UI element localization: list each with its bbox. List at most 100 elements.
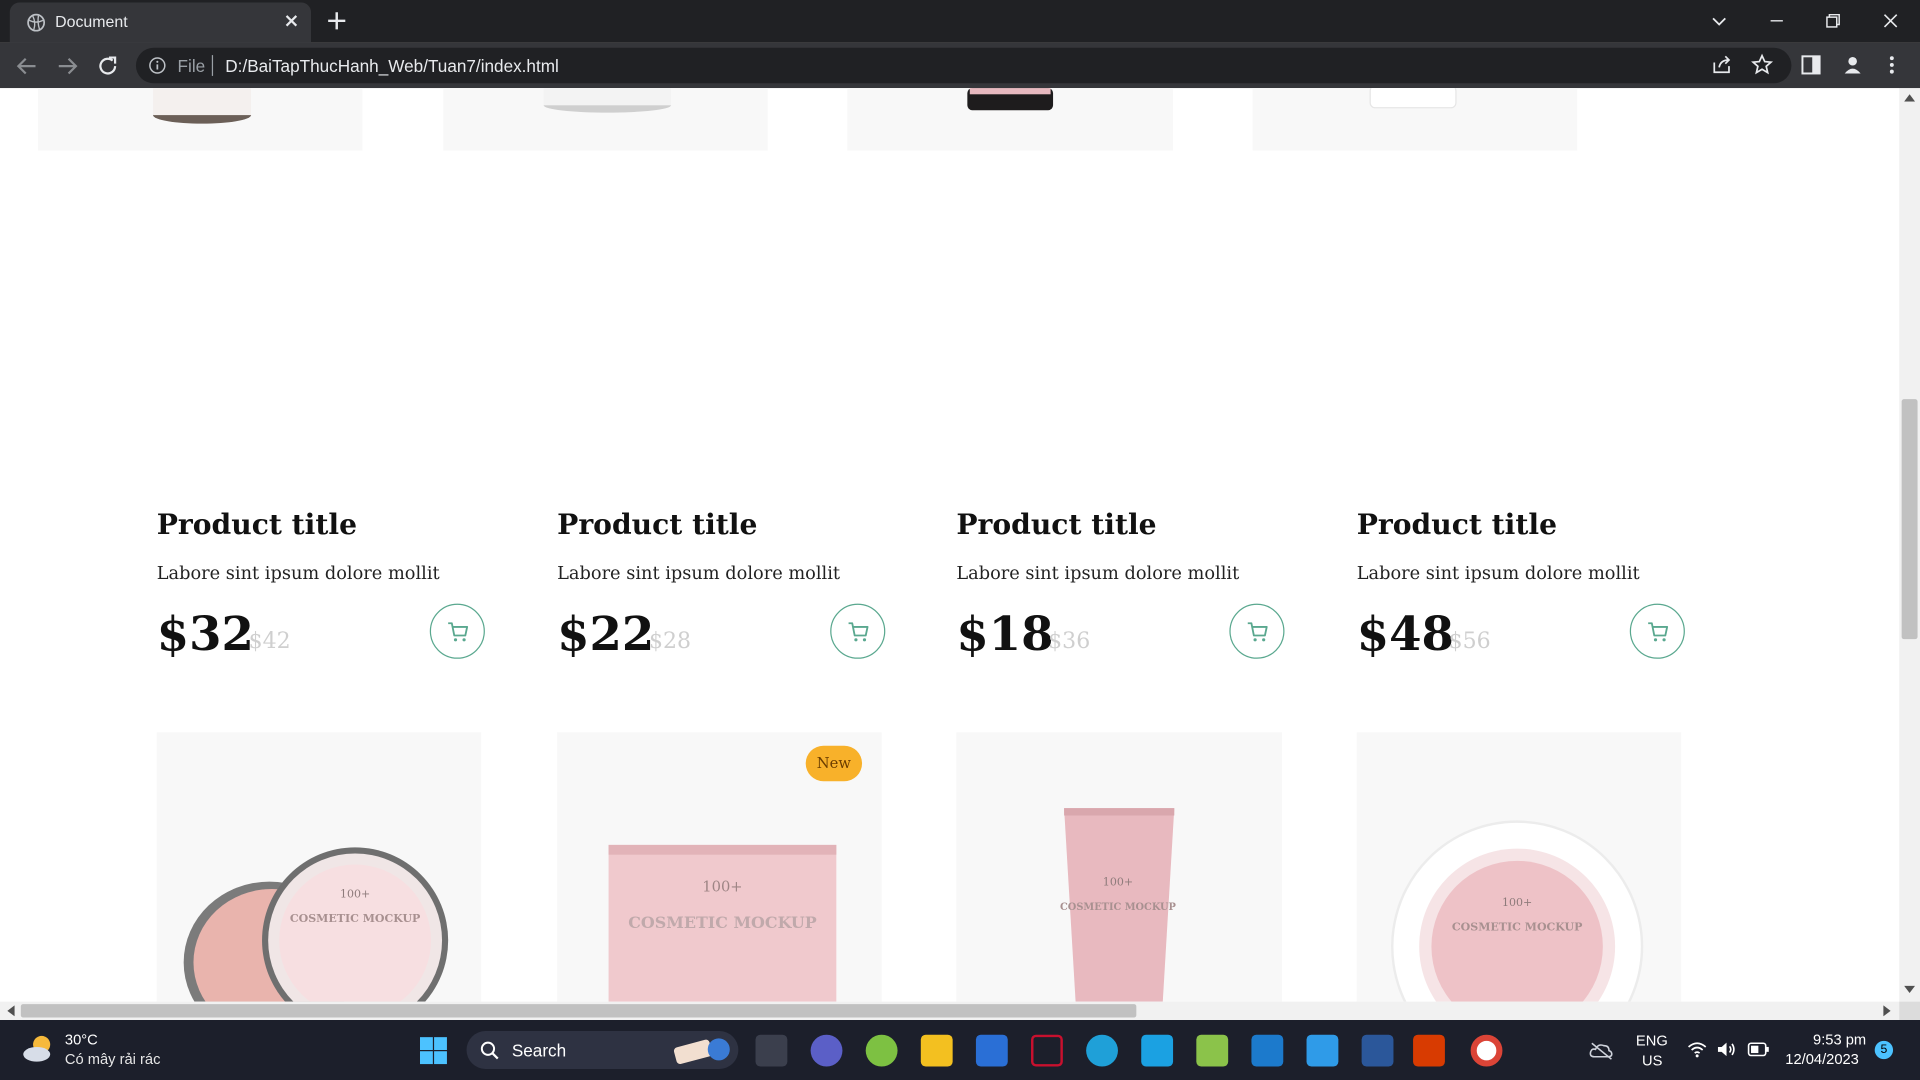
url-text[interactable]: D:/BaiTapThucHanh_Web/Tuan7/index.html — [225, 56, 559, 76]
search-icon — [480, 1041, 499, 1060]
weather-temperature[interactable]: 30°C — [65, 1031, 98, 1048]
cart-icon — [1247, 622, 1268, 642]
app-green-icon[interactable] — [865, 1034, 898, 1067]
restore-icon[interactable] — [1820, 7, 1847, 34]
mockup-label: COSMETIC MOCKUP — [1452, 921, 1583, 934]
edge-browser-icon[interactable] — [1086, 1034, 1118, 1067]
bottle-image — [967, 88, 1054, 111]
app-photos-icon[interactable] — [1306, 1034, 1339, 1067]
product-old-price: $42 — [248, 628, 291, 654]
product-card: Product title Labore sint ipsum dolore m… — [1357, 508, 1688, 667]
mockup-label: COSMETIC MOCKUP — [290, 912, 421, 925]
chrome-icon[interactable] — [1470, 1034, 1503, 1067]
mcafee-icon[interactable] — [1031, 1034, 1063, 1067]
mockup-count: 100+ — [1502, 896, 1532, 909]
vertical-scroll-thumb[interactable] — [1901, 399, 1918, 640]
reload-icon[interactable] — [94, 53, 121, 80]
product-price: $22 — [557, 606, 655, 662]
side-panel-icon[interactable] — [1799, 53, 1823, 77]
mockup-count: 100+ — [1103, 875, 1133, 888]
address-bar[interactable]: File D:/BaiTapThucHanh_Web/Tuan7/index.h… — [135, 47, 1792, 84]
new-badge: New — [805, 745, 863, 782]
add-to-cart-button[interactable] — [1229, 603, 1285, 659]
search-highlight-icon — [673, 1038, 730, 1065]
battery-icon[interactable] — [1747, 1042, 1769, 1057]
page-viewport: Product title Labore sint ipsum dolore m… — [0, 88, 1900, 1002]
back-icon[interactable] — [13, 53, 40, 80]
app-l-icon[interactable] — [1141, 1034, 1174, 1067]
volume-icon[interactable] — [1717, 1041, 1737, 1058]
office-icon[interactable] — [1413, 1034, 1445, 1067]
product-old-price: $36 — [1048, 628, 1091, 654]
taskbar-search[interactable]: Search — [466, 1031, 739, 1069]
profile-icon[interactable] — [1840, 53, 1864, 77]
product-description: Labore sint ipsum dolore mollit — [557, 564, 841, 585]
windows-taskbar: 30°C Có mây rải rác Search ENG US 9:53 p… — [0, 1020, 1920, 1080]
product-image-box: 100+ COSMETIC MOCKUP — [1356, 732, 1682, 1002]
close-tab-icon[interactable] — [282, 11, 302, 31]
product-image-box — [847, 88, 1174, 151]
task-view-icon[interactable] — [755, 1034, 788, 1067]
browser-toolbar: File D:/BaiTapThucHanh_Web/Tuan7/index.h… — [0, 42, 1920, 89]
bottle-image — [153, 88, 252, 124]
language-indicator[interactable]: ENG — [1636, 1032, 1668, 1049]
app-map-icon[interactable] — [1196, 1034, 1229, 1067]
onedrive-icon[interactable] — [1589, 1041, 1613, 1061]
product-image-box — [443, 88, 768, 151]
product-title: Product title — [557, 508, 758, 542]
url-separator — [211, 55, 214, 76]
clock-time[interactable]: 9:53 pm — [1800, 1031, 1866, 1048]
keyboard-layout[interactable]: US — [1642, 1052, 1662, 1069]
mockup-label: COSMETIC MOCKUP — [628, 913, 816, 932]
scroll-left-arrow-icon[interactable] — [6, 1005, 15, 1017]
file-explorer-icon[interactable] — [920, 1034, 953, 1067]
vscode-icon[interactable] — [1251, 1034, 1284, 1067]
scroll-down-arrow-icon[interactable] — [1904, 985, 1916, 995]
bookmark-star-icon[interactable] — [1750, 53, 1774, 77]
product-image-box: 100+ COSMETIC MOCKUP — [156, 732, 482, 1002]
add-to-cart-button[interactable] — [830, 603, 886, 659]
word-icon[interactable] — [1361, 1034, 1394, 1067]
teams-chat-icon[interactable] — [810, 1034, 843, 1067]
windows-start-icon[interactable] — [419, 1036, 448, 1065]
new-tab-icon[interactable] — [326, 10, 348, 32]
tube-image: 100+ COSMETIC MOCKUP — [1060, 808, 1177, 1002]
url-scheme: File — [177, 56, 206, 76]
horizontal-scrollbar[interactable] — [0, 1001, 1900, 1020]
forward-icon[interactable] — [54, 53, 81, 80]
close-window-icon[interactable] — [1877, 7, 1904, 34]
horizontal-scroll-thumb[interactable] — [20, 1004, 1137, 1018]
browser-tab[interactable]: Document — [9, 2, 312, 43]
scroll-right-arrow-icon[interactable] — [1883, 1005, 1892, 1017]
weather-description[interactable]: Có mây rải rác — [65, 1051, 161, 1068]
wifi-icon[interactable] — [1687, 1041, 1707, 1058]
product-description: Labore sint ipsum dolore mollit — [956, 564, 1240, 585]
vertical-scrollbar[interactable] — [1899, 88, 1920, 1002]
share-icon[interactable] — [1709, 53, 1733, 77]
scrollbar-corner — [1899, 1001, 1920, 1020]
jar-image: 100+ COSMETIC MOCKUP — [183, 847, 449, 1002]
clock-date[interactable]: 12/04/2023 — [1785, 1051, 1859, 1068]
add-to-cart-button[interactable] — [429, 603, 485, 659]
notification-badge[interactable]: 5 — [1874, 1040, 1894, 1060]
add-to-cart-button[interactable] — [1629, 603, 1685, 659]
scroll-up-arrow-icon[interactable] — [1904, 93, 1916, 102]
product-card: Product title Labore sint ipsum dolore m… — [157, 508, 488, 667]
tab-search-chevron-icon[interactable] — [1706, 7, 1733, 34]
weather-icon[interactable] — [21, 1031, 58, 1068]
product-image-box — [37, 88, 363, 151]
product-price: $32 — [156, 606, 254, 662]
product-image-box: 100+ COSMETIC MOCKUP — [956, 732, 1283, 1002]
dev-home-icon[interactable] — [975, 1034, 1008, 1067]
mockup-count: 100+ — [702, 878, 742, 895]
screen: Document File D:/BaiTapThucHanh_Web/Tuan… — [0, 0, 1920, 1080]
minimize-icon[interactable] — [1763, 7, 1790, 34]
product-title: Product title — [156, 508, 358, 542]
product-price: $48 — [1356, 606, 1454, 662]
product-old-price: $56 — [1448, 628, 1491, 654]
bottle-image — [543, 88, 672, 113]
product-card: Product title Labore sint ipsum dolore m… — [956, 508, 1287, 667]
site-info-icon[interactable] — [148, 56, 166, 74]
menu-kebab-icon[interactable] — [1880, 53, 1904, 77]
product-description: Labore sint ipsum dolore mollit — [156, 564, 440, 585]
